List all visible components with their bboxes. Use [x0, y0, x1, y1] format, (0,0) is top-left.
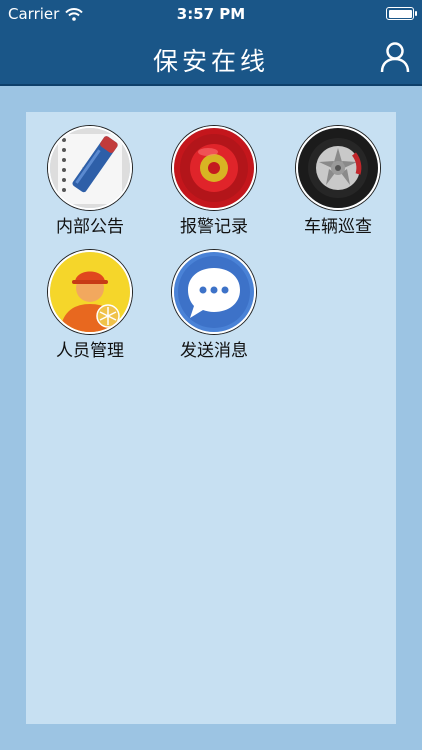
tile-alarm-records[interactable]: 报警记录: [152, 126, 276, 241]
car-wheel-icon: [296, 126, 380, 210]
battery-icon: [386, 7, 417, 20]
user-profile-button[interactable]: [378, 40, 412, 74]
status-time: 3:57 PM: [176, 5, 246, 23]
notebook-pen-icon: XIAO: [48, 126, 132, 210]
tile-vehicle-patrol[interactable]: 车辆巡查: [276, 126, 400, 241]
alarm-button-icon: [172, 126, 256, 210]
status-bar: Carrier 3:57 PM: [0, 0, 422, 28]
user-icon: [380, 42, 410, 73]
tile-label: 人员管理: [56, 341, 124, 361]
tile-label: 车辆巡查: [304, 217, 372, 237]
tile-label: 发送消息: [180, 341, 248, 361]
tile-internal-notice[interactable]: XIAO 内部公告: [28, 126, 152, 241]
message-bubble-icon: [172, 250, 256, 334]
content-panel: XIAO 内部公告 报警记录: [26, 112, 396, 724]
tile-send-message[interactable]: 发送消息: [152, 250, 276, 365]
nav-bar: 保安在线: [0, 28, 422, 86]
tile-personnel-management[interactable]: 人员管理: [28, 250, 152, 365]
tile-label: 内部公告: [56, 217, 124, 237]
tile-label: 报警记录: [180, 217, 248, 237]
page-title: 保安在线: [152, 47, 269, 76]
worker-person-icon: [48, 250, 132, 334]
